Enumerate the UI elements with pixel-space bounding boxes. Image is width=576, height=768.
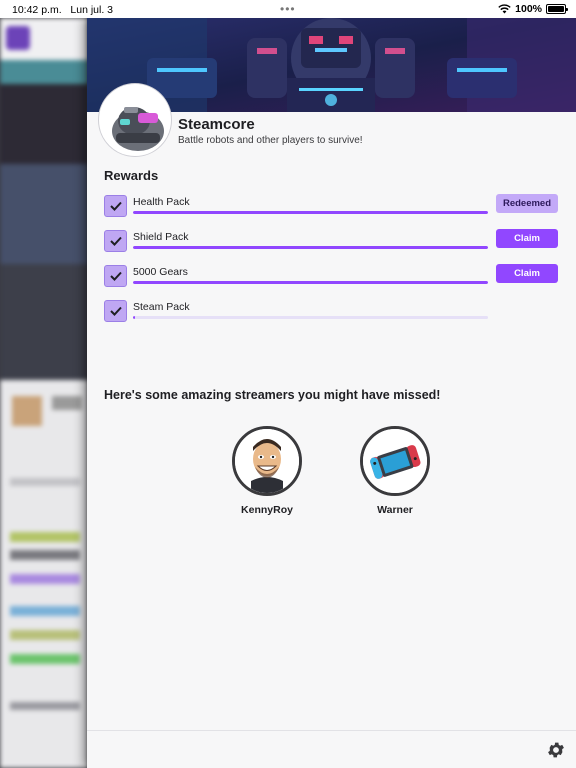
reward-progress-bar (133, 246, 488, 249)
checkmark-icon (104, 265, 127, 287)
game-subtitle: Battle robots and other players to survi… (178, 135, 363, 146)
streamer-card-warner[interactable]: Warner (350, 426, 440, 516)
status-bar: 10:42 p.m. Lun jul. 3 ••• 100% (0, 0, 576, 18)
reward-name: Steam Pack (133, 301, 190, 313)
streamer-name: KennyRoy (241, 504, 293, 516)
reward-row: Shield Pack Claim (104, 229, 564, 255)
reward-progress-fill (133, 211, 488, 214)
reward-name: Health Pack (133, 196, 190, 208)
game-title: Steamcore (178, 116, 255, 133)
streamer-name: Warner (377, 504, 413, 516)
reward-progress-fill (133, 246, 488, 249)
claim-button[interactable]: Claim (496, 229, 558, 248)
status-time: 10:42 p.m. Lun jul. 3 (12, 4, 114, 16)
reward-progress-bar (133, 211, 488, 214)
gear-icon[interactable] (546, 740, 566, 760)
handheld-console-icon[interactable] (360, 426, 430, 496)
checkmark-icon (104, 300, 127, 322)
battery-icon (546, 4, 568, 14)
streamer-card-kennyroy[interactable]: KennyRoy (222, 426, 312, 516)
battery-percent: 100% (515, 3, 542, 15)
status-date: Lun jul. 3 (70, 4, 114, 16)
multitask-dots-icon[interactable]: ••• (280, 2, 296, 16)
reward-progress-fill (133, 281, 488, 284)
reward-row: Health Pack Redeemed (104, 194, 564, 220)
panel-footer (87, 730, 576, 768)
reward-name: Shield Pack (133, 231, 189, 243)
reward-row: Steam Pack (104, 299, 564, 325)
background-app (0, 18, 88, 768)
game-avatar (99, 84, 171, 156)
reward-progress-bar (133, 316, 488, 319)
checkmark-icon (104, 230, 127, 252)
redeemed-button[interactable]: Redeemed (496, 194, 558, 213)
streamers-heading: Here's some amazing streamers you might … (104, 388, 441, 402)
extension-panel: Steamcore Battle robots and other player… (87, 18, 576, 768)
reward-name: 5000 Gears (133, 266, 188, 278)
reward-progress-fill (133, 316, 135, 319)
rewards-heading: Rewards (104, 168, 159, 183)
checkmark-icon (104, 195, 127, 217)
status-right: 100% (498, 3, 568, 15)
reward-progress-bar (133, 281, 488, 284)
cartoon-face-icon[interactable] (232, 426, 302, 496)
wifi-icon (498, 4, 511, 14)
claim-button[interactable]: Claim (496, 264, 558, 283)
reward-row: 5000 Gears Claim (104, 264, 564, 290)
